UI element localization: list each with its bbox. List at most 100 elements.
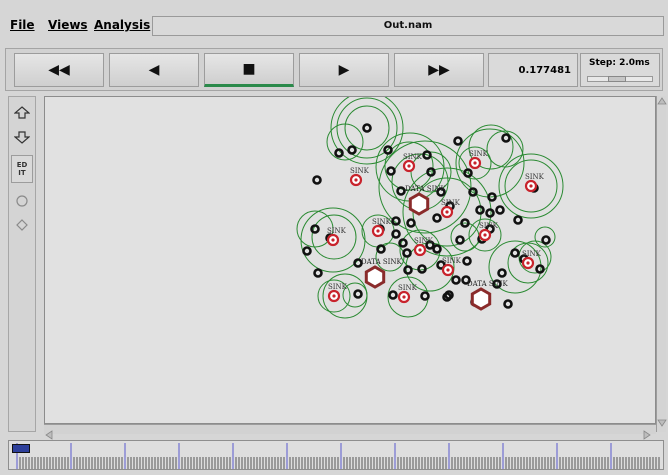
sink-label-7: SINK <box>479 222 499 230</box>
node-27[interactable] <box>455 235 465 245</box>
menu-analysis[interactable]: Analysis <box>94 18 150 32</box>
step-slider-thumb[interactable] <box>608 76 627 82</box>
sink-label-9: SINK <box>442 257 462 265</box>
node-46[interactable] <box>388 290 398 300</box>
menu-file[interactable]: File <box>10 18 35 32</box>
node-22[interactable] <box>391 216 401 226</box>
node-43[interactable] <box>313 268 323 278</box>
node-28[interactable] <box>398 238 408 248</box>
sink-label-1: SINK <box>403 153 423 161</box>
rewind-icon: ◀◀ <box>48 62 70 78</box>
node-40[interactable] <box>462 256 472 266</box>
zoom-out-button[interactable] <box>11 127 33 147</box>
sink-core-5 <box>376 229 380 233</box>
animation-canvas[interactable]: SINK SINK SINK SINK SINK SINK SINK SINK SINK SINK… <box>44 96 656 424</box>
sink-label-11: SINK <box>398 284 418 292</box>
sink-label-0: SINK <box>350 167 370 175</box>
sink-core-6 <box>445 210 449 214</box>
node-55[interactable] <box>535 264 545 274</box>
hscroll-arrows-icon <box>45 430 651 440</box>
range-ring-1 <box>336 97 398 159</box>
node-42[interactable] <box>302 246 312 256</box>
menu-views[interactable]: Views <box>48 18 88 32</box>
time-display: 0.177481 <box>488 53 578 87</box>
sink-core-1 <box>407 164 411 168</box>
step-back-button[interactable]: ◀ <box>109 53 199 87</box>
node-9[interactable] <box>386 166 396 176</box>
play-icon: ▶ <box>338 62 350 78</box>
node-8[interactable] <box>426 167 436 177</box>
menu-file-label: File <box>10 18 35 32</box>
sink-core-4 <box>331 238 335 242</box>
node-23[interactable] <box>406 218 416 228</box>
vertical-scrollbar[interactable] <box>656 96 667 432</box>
sink-core-11 <box>402 295 406 299</box>
node-18[interactable] <box>495 205 505 215</box>
step-label: Step: 2.0ms <box>589 58 650 68</box>
zoom-in-button[interactable] <box>11 103 33 123</box>
timeline-ticks <box>16 443 660 469</box>
node-34[interactable] <box>432 244 442 254</box>
timeline-thumb[interactable] <box>12 444 30 453</box>
node-47[interactable] <box>420 291 430 301</box>
sink-label-3: SINK <box>525 173 545 181</box>
node-16[interactable] <box>485 208 495 218</box>
sink-core-2 <box>473 161 477 165</box>
node-2[interactable] <box>347 145 357 155</box>
sink-core-12 <box>526 261 530 265</box>
stop-icon: ■ <box>242 61 256 77</box>
node-0[interactable] <box>362 123 372 133</box>
node-1[interactable] <box>334 148 344 158</box>
node-53[interactable] <box>541 235 551 245</box>
data-sink-node-2[interactable] <box>470 287 492 311</box>
step-slider[interactable] <box>587 76 653 82</box>
node-45[interactable] <box>353 289 363 299</box>
fast-forward-button[interactable]: ▶▶ <box>394 53 484 87</box>
node-56[interactable] <box>497 268 507 278</box>
node-11[interactable] <box>396 186 406 196</box>
range-ring-31 <box>375 242 405 272</box>
range-ring-0 <box>344 105 390 151</box>
horizontal-scrollbar[interactable] <box>44 424 656 440</box>
sink-core-3 <box>529 184 533 188</box>
sink-label-10: SINK <box>328 283 348 291</box>
node-33[interactable] <box>402 248 412 258</box>
sink-label-4: SINK <box>327 227 347 235</box>
node-54[interactable] <box>503 299 513 309</box>
node-10[interactable] <box>312 175 322 185</box>
data-sink-node-0[interactable] <box>408 192 430 216</box>
node-29[interactable] <box>376 244 386 254</box>
node-tool-button[interactable] <box>11 191 33 211</box>
menu-bar: File Views Analysis Out.nam <box>0 0 668 40</box>
node-21[interactable] <box>475 205 485 215</box>
node-41[interactable] <box>310 224 320 234</box>
play-button[interactable]: ▶ <box>299 53 389 87</box>
node-39[interactable] <box>451 275 461 285</box>
edit-button[interactable]: ED IT <box>11 155 33 183</box>
menu-analysis-label: Analysis <box>94 18 151 32</box>
zoom-in-icon <box>14 106 30 119</box>
zoom-out-icon <box>14 131 30 144</box>
node-37[interactable] <box>403 265 413 275</box>
tool-panel: ED IT <box>8 96 36 432</box>
sink-label-6: SINK <box>441 199 461 207</box>
node-6[interactable] <box>501 133 511 143</box>
data-sink-label-1: DATA SINK <box>361 258 403 266</box>
data-sink-node-1[interactable] <box>364 265 386 289</box>
node-24[interactable] <box>432 213 442 223</box>
circle-icon <box>16 195 28 207</box>
rewind-button[interactable]: ◀◀ <box>14 53 104 87</box>
sink-core-8 <box>418 248 422 252</box>
node-5[interactable] <box>453 136 463 146</box>
network-graph[interactable]: SINK SINK SINK SINK SINK SINK SINK SINK SINK SINK… <box>45 97 656 424</box>
link-tool-button[interactable] <box>11 215 33 235</box>
node-51[interactable] <box>510 248 520 258</box>
transport-bar: ◀◀ ◀ ■ ▶ ▶▶ 0.177481 Step: 2.0ms <box>5 48 663 91</box>
stop-button[interactable]: ■ <box>204 53 294 87</box>
step-control: Step: 2.0ms <box>580 53 660 87</box>
node-31[interactable] <box>391 229 401 239</box>
node-19[interactable] <box>513 215 523 225</box>
data-sink-label-0: DATA SINK <box>405 185 447 193</box>
node-38[interactable] <box>417 264 427 274</box>
timeline-slider[interactable] <box>8 440 664 470</box>
